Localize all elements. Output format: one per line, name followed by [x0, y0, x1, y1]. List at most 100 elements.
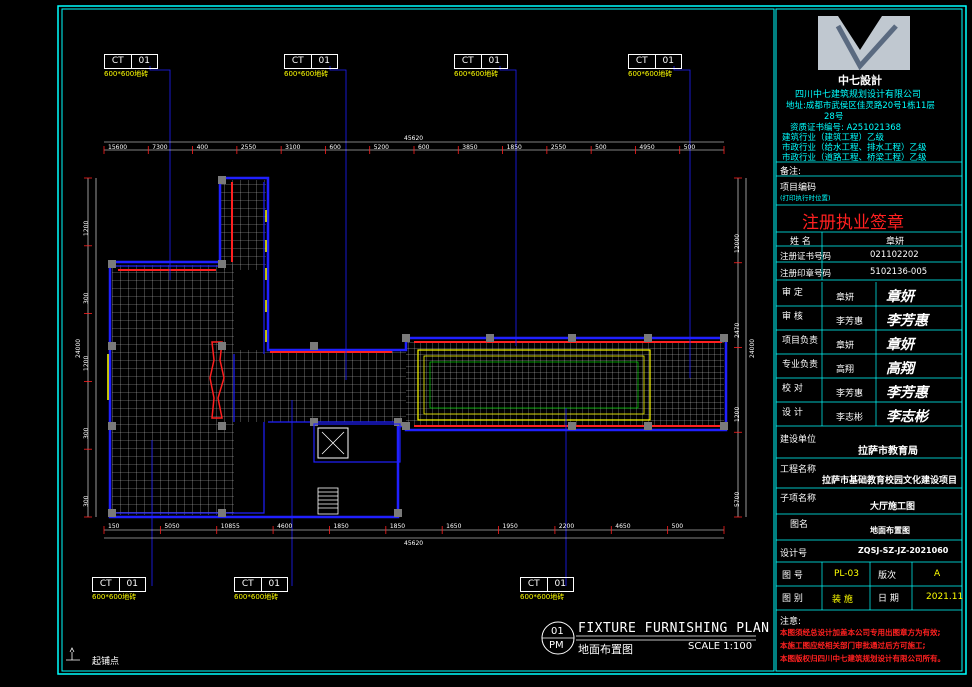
callout-note: 600*600地砖 — [234, 593, 279, 601]
client-value: 拉萨市教育局 — [858, 446, 918, 457]
approval-name: 李芳惠 — [836, 317, 864, 327]
tile-area-center — [234, 350, 406, 422]
subitem-label: 子项名称 — [780, 494, 817, 504]
callout-code: CT — [521, 578, 548, 591]
drawing-no-value: ZQSJ-SZ-JZ-2021060 — [858, 546, 949, 555]
subitem-value: 大厅施工图 — [870, 502, 916, 512]
logo-mark — [818, 16, 910, 71]
approval-name: 高翔 — [836, 365, 855, 375]
callout-note: 600*600地砖 — [454, 70, 499, 78]
approval-signature: 李芳惠 — [886, 385, 928, 401]
dimension-value: 400 — [196, 144, 209, 151]
dimension-value: 7300 — [152, 144, 168, 151]
callout-number: 01 — [662, 56, 674, 66]
callout-note: 600*600地砖 — [92, 593, 137, 601]
dimension-value: 300 — [83, 427, 90, 440]
drawing-no-label: 设计号 — [780, 549, 808, 559]
callout-note: 600*600地砖 — [104, 70, 149, 78]
project-code-sub: (打印执行时位置) — [780, 194, 831, 202]
approval-signature: 章妍 — [886, 337, 914, 353]
name-label: 姓 名 — [790, 237, 811, 247]
dimension-value: 4950 — [639, 144, 655, 151]
drawing-name-label: 图名 — [790, 520, 809, 530]
dimension-value: 2550 — [550, 144, 567, 151]
company-address-1: 地址:成都市武侯区佳灵路20号1栋11层 — [786, 101, 935, 111]
dimension-value: 45620 — [404, 135, 424, 142]
dimension-value: 1650 — [446, 523, 462, 530]
material-callout: CT 01 600*600地砖 — [92, 577, 146, 602]
notes-label: 注意: — [780, 617, 802, 627]
dimension-value: 2550 — [240, 144, 257, 151]
lift-lobby — [313, 423, 401, 463]
note-3: 本图版权归四川中七建筑规划设计有限公司所有。 — [780, 654, 945, 663]
material-callout: CT 01 600*600地砖 — [628, 54, 682, 79]
remark-label: 备注: — [780, 167, 802, 177]
callout-code: CT — [235, 578, 262, 591]
project-label: 工程名称 — [780, 465, 817, 475]
approval-role: 校 对 — [782, 384, 803, 394]
client-label: 建设单位 — [780, 435, 817, 445]
sheet-value: PL-03 — [834, 569, 859, 579]
note-1: 本图须经总设计加盖本公司专用出图章方为有效; — [780, 628, 941, 637]
callout-number: 01 — [126, 579, 138, 589]
reg-cert-label: 注册证书号码 — [780, 252, 832, 262]
dimension-value: 300 — [83, 292, 90, 304]
approval-signature: 高翔 — [886, 361, 914, 377]
callout-number: 01 — [138, 56, 150, 66]
callout-code: CT — [285, 55, 312, 68]
dimension-value: 1850 — [389, 523, 406, 530]
material-callout: CT 01 600*600地砖 — [234, 577, 288, 602]
dimension-value: 1850 — [333, 523, 349, 530]
callout-code: CT — [93, 578, 120, 591]
dimension-value: 45620 — [404, 540, 424, 547]
callout-code: CT — [455, 55, 482, 68]
material-callout: CT 01 600*600地砖 — [284, 54, 338, 79]
dimension-value: 1200 — [83, 220, 90, 236]
approval-role: 审 核 — [782, 312, 803, 322]
reg-seal-value: 5102136-005 — [870, 267, 928, 277]
dimension-value: 600 — [329, 144, 341, 151]
category-label: 图 别 — [782, 594, 803, 604]
tile-area-corridor — [220, 180, 266, 270]
dimension-value: 1200 — [734, 406, 741, 423]
sheet-label: 图 号 — [782, 571, 803, 581]
callout-code: CT — [629, 55, 656, 68]
dimension-value: 2470 — [734, 322, 741, 338]
plan-scale: SCALE 1:100 — [688, 641, 753, 652]
callout-number: 01 — [554, 579, 566, 589]
dimension-value: 12000 — [734, 233, 741, 253]
reg-cert-value: 021102202 — [870, 250, 919, 260]
dimension-value: 500 — [683, 144, 696, 151]
plan-title-circle-bottom: PM — [549, 640, 564, 651]
approval-signature: 李志彬 — [886, 409, 928, 425]
tile-area-left — [112, 265, 234, 515]
callout-code: CT — [105, 55, 132, 68]
dimension-value: 2200 — [558, 523, 575, 530]
dimension-value: 300 — [83, 495, 90, 507]
approval-role: 设 计 — [782, 408, 803, 418]
version-value: A — [934, 569, 941, 579]
drawing-name-value: 地面布置图 — [870, 526, 910, 535]
approval-name: 李志彬 — [836, 413, 864, 423]
company-qual-3: 市政行业（道路工程、桥梁工程）乙级 — [782, 153, 927, 163]
approval-role: 专业负责 — [782, 360, 819, 370]
callout-note: 600*600地砖 — [628, 70, 673, 78]
dimension-value: 10855 — [220, 523, 240, 530]
dimension-value: 5200 — [373, 144, 389, 151]
date-value: 2021.11 — [926, 592, 964, 602]
material-callout: CT 01 600*600地砖 — [104, 54, 158, 79]
dimension-value: 500 — [595, 144, 607, 151]
material-callout: CT 01 600*600地砖 — [454, 54, 508, 79]
project-value: 拉萨市基础教育校园文化建设项目 — [822, 476, 958, 486]
note-2: 本施工图应经相关部门审批通过后方可施工; — [780, 641, 926, 650]
dimension-value: 1950 — [502, 523, 518, 530]
reg-seal-label: 注册印章号码 — [780, 269, 832, 279]
dimension-value: 1850 — [506, 144, 522, 151]
stair — [317, 487, 339, 515]
plan-title-cn: 地面布置图 — [578, 643, 633, 656]
plan-title-en: FIXTURE FURNISHING PLAN — [578, 621, 770, 636]
dimension-value: 3100 — [285, 144, 301, 151]
dimension-value: 3850 — [462, 144, 478, 151]
approval-role: 项目负责 — [782, 336, 819, 346]
callout-number: 01 — [318, 56, 330, 66]
